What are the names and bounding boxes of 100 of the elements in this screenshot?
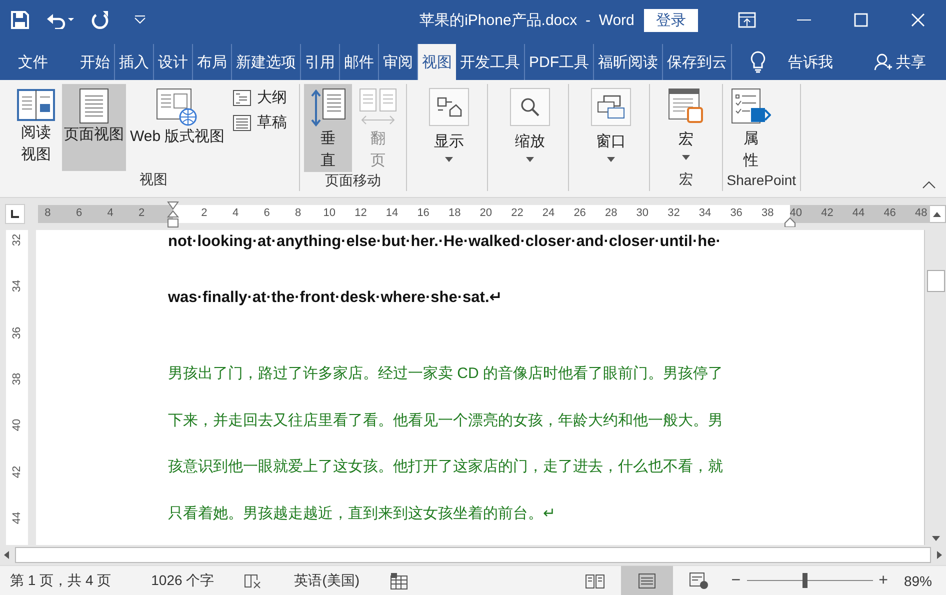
- ruler-number: 28: [604, 207, 618, 219]
- scroll-thumb[interactable]: [15, 547, 931, 563]
- ruler-number: 18: [448, 207, 461, 219]
- caret-icon: [682, 155, 690, 160]
- ribbon-button[interactable]: 垂直: [304, 84, 352, 172]
- up-arrow-icon: [933, 212, 942, 216]
- redo-icon: [91, 11, 109, 29]
- minimize-icon: [796, 19, 810, 21]
- ruler-number: 16: [417, 207, 430, 219]
- word-count[interactable]: 1026 个字: [151, 572, 214, 590]
- ruler-number: 20: [480, 207, 492, 219]
- outline-icon: [232, 90, 251, 106]
- collapse-icon[interactable]: [922, 181, 936, 189]
- ruler-number: 4: [232, 207, 239, 219]
- ruler-number: 2: [138, 207, 145, 219]
- group-label: 页面移动: [324, 172, 382, 190]
- ruler-number: 32: [668, 207, 680, 219]
- ruler-number: 36: [730, 207, 742, 219]
- ruler-number: 22: [511, 207, 524, 219]
- ribbon-dropdown[interactable]: 宏: [654, 84, 718, 171]
- text-line: 男孩出了门，路过了许多家店。经过一家卖 CD 的音像店时他看了眼前门。男孩停了: [168, 364, 724, 384]
- draft-icon: [232, 114, 251, 130]
- horizontal-scrollbar[interactable]: [0, 545, 946, 565]
- ruler-number: 48: [914, 207, 928, 219]
- ruler-number: 8: [295, 207, 302, 219]
- caret-icon: [444, 157, 453, 162]
- ribbon-button[interactable]: 草稿: [232, 113, 287, 132]
- page-icon: [79, 88, 109, 124]
- ribbon-button[interactable]: 属性: [726, 84, 775, 172]
- ruler-number: 24: [542, 207, 555, 219]
- zoom-out-button[interactable]: −: [725, 572, 747, 590]
- ruler-number: 36: [11, 325, 23, 341]
- person-icon: [874, 53, 892, 71]
- text-line: 孩意识到他一眼就爱上了这女孩。他打开了这家店的门，走了进去，什么也不看，就: [168, 457, 724, 477]
- tell-me-button[interactable]: 告诉我: [744, 44, 839, 80]
- scroll-thumb[interactable]: [926, 270, 944, 292]
- macro-record-button[interactable]: [390, 572, 408, 590]
- page-count[interactable]: 第 1 页，共 4 页: [10, 572, 112, 590]
- ruler-number: 46: [884, 207, 896, 219]
- web-page-icon: [689, 572, 710, 590]
- ruler-number: 42: [11, 464, 23, 480]
- caret-icon: [526, 157, 534, 162]
- share-button[interactable]: 共享: [868, 44, 932, 80]
- ruler-number: 34: [698, 207, 712, 219]
- web-page-icon: [156, 88, 198, 126]
- window-title: 苹果的iPhone产品.docx - Word: [418, 10, 636, 30]
- ribbon-dropdown[interactable]: 窗口: [576, 84, 645, 171]
- close-icon: [910, 13, 924, 27]
- ruler-number: 44: [852, 207, 865, 219]
- group-label: 视图: [138, 171, 168, 189]
- zoom-slider-thumb[interactable]: [802, 572, 808, 588]
- ruler-number: 44: [11, 510, 23, 526]
- text-line: 下来，并走回去又往店里看了看。他看见一个漂亮的女孩，年龄大约和他一般大。男: [168, 410, 724, 430]
- maximize-icon: [854, 13, 868, 27]
- view-button[interactable]: [621, 566, 674, 595]
- down-arrow-icon: [932, 536, 940, 540]
- caret-icon: [134, 15, 146, 25]
- ribbon-button[interactable]: 页面视图: [62, 84, 126, 171]
- windows-icon: [596, 95, 625, 119]
- ruler-number: 14: [386, 207, 398, 219]
- ruler-number: 40: [790, 207, 802, 219]
- right-arrow-icon[interactable]: [937, 551, 942, 559]
- ribbon-dropdown[interactable]: 缩放: [496, 84, 564, 171]
- zoom-in-button[interactable]: +: [872, 572, 894, 590]
- ruler-number: 42: [821, 207, 834, 219]
- zoom-level[interactable]: 89%: [904, 572, 932, 588]
- ribbon-tab[interactable]: 文件: [14, 44, 52, 80]
- tab-stop-selector[interactable]: [5, 204, 25, 224]
- indent-marker[interactable]: [166, 201, 179, 229]
- ruler-number: 40: [11, 418, 23, 434]
- grid-icon: [390, 572, 408, 590]
- ruler-number: 4: [107, 207, 114, 219]
- ribbon-button[interactable]: 阅读视图: [12, 84, 60, 171]
- ribbon-tab[interactable]: 视图: [418, 44, 456, 80]
- ruler-number: 38: [761, 207, 774, 219]
- ribbon-display-icon: [738, 12, 756, 28]
- ruler-number: 34: [11, 279, 23, 294]
- ruler-number: 10: [323, 207, 336, 219]
- text-line: not·looking·at·anything·else·but·her.·He·walked·closer·and·closer·until·he·: [168, 232, 722, 252]
- right-indent-marker[interactable]: [784, 217, 796, 227]
- login-button[interactable]: 登录: [644, 8, 698, 32]
- ruler-number: 8: [44, 207, 51, 219]
- layout-icon: [436, 96, 462, 118]
- book-icon: [585, 572, 606, 588]
- ribbon-dropdown[interactable]: 显示: [414, 84, 483, 171]
- left-arrow-icon[interactable]: [4, 551, 9, 559]
- book-icon: [17, 88, 55, 122]
- left-tab-icon: [10, 210, 19, 218]
- text-line: was·finally·at·the·front·desk·where·she·sat.↵: [168, 288, 504, 308]
- language-label[interactable]: 英语(美国): [294, 572, 360, 590]
- save-icon: [11, 11, 29, 29]
- ruler-number: 30: [636, 207, 649, 219]
- ribbon-button[interactable]: 大纲: [232, 88, 287, 107]
- macro-icon: [668, 88, 704, 124]
- ribbon-button[interactable]: Web 版式视图: [128, 84, 227, 171]
- group-label: 宏: [678, 171, 694, 189]
- undo-icon: [45, 11, 75, 29]
- ruler-number: 6: [76, 207, 82, 219]
- text-line: 只看着她。男孩越走越近，直到来到这女孩坐着的前台。↵: [168, 504, 557, 524]
- page-icon: [638, 572, 656, 588]
